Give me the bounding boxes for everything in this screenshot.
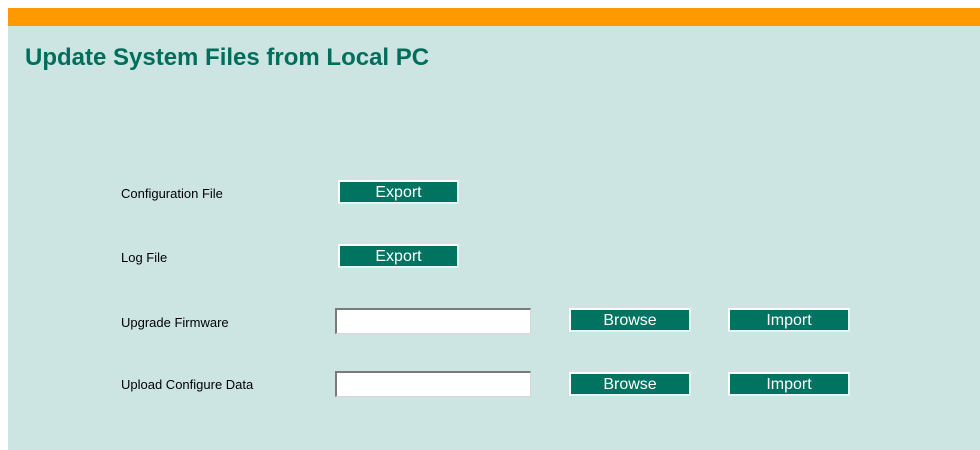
import-firmware-button[interactable]: Import: [728, 308, 850, 332]
upload-configure-data-label: Upload Configure Data: [121, 377, 254, 392]
configure-data-file-input[interactable]: [335, 371, 531, 397]
export-log-button[interactable]: Export: [338, 244, 459, 268]
main-panel: Update System Files from Local PC Config…: [8, 26, 980, 450]
export-configuration-button[interactable]: Export: [338, 180, 459, 204]
configuration-file-label: Configuration File: [121, 186, 223, 201]
import-configure-data-button[interactable]: Import: [728, 372, 850, 396]
browse-configure-data-button[interactable]: Browse: [569, 372, 691, 396]
top-accent-bar: [8, 8, 980, 26]
log-file-label: Log File: [121, 250, 168, 265]
firmware-file-input[interactable]: [335, 308, 531, 334]
page-title: Update System Files from Local PC: [25, 44, 430, 71]
upgrade-firmware-label: Upgrade Firmware: [121, 315, 229, 330]
browse-firmware-button[interactable]: Browse: [569, 308, 691, 332]
